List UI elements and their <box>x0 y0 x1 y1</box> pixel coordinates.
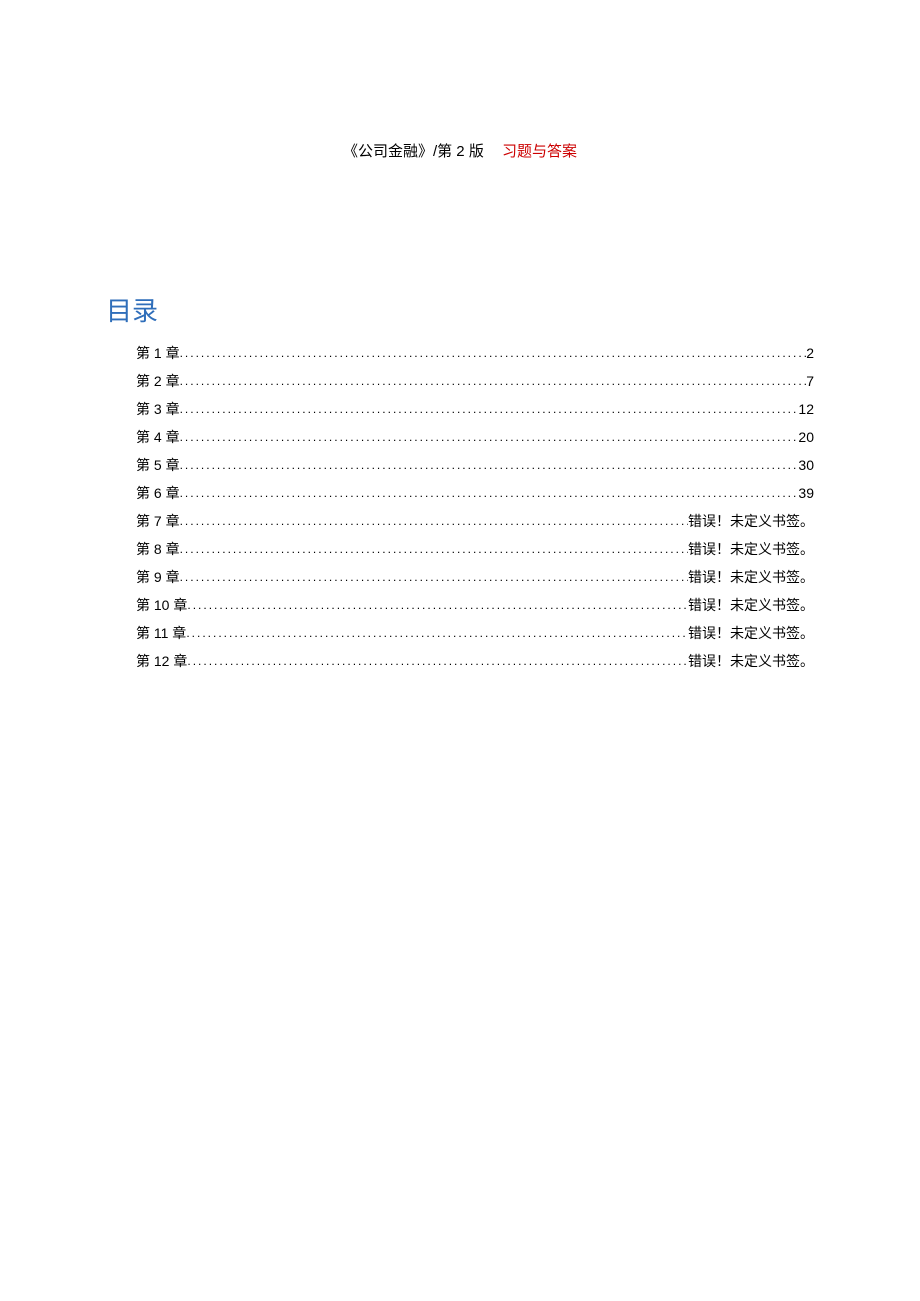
toc-list: 第 1 章 2 第 2 章 7 第 3 章 12 第 4 章 20 第 5 章 … <box>100 346 820 668</box>
toc-entry-page: 39 <box>798 486 814 500</box>
document-page: 《公司金融》/第 2 版 习题与答案 目录 第 1 章 2 第 2 章 7 第 … <box>0 0 920 668</box>
toc-leader <box>180 431 799 443</box>
toc-entry-page: 错误！未定义书签。 <box>688 542 814 556</box>
toc-leader <box>187 599 688 611</box>
toc-entry-page: 错误！未定义书签。 <box>688 570 814 584</box>
toc-entry-page: 错误！未定义书签。 <box>688 654 814 668</box>
toc-entry[interactable]: 第 4 章 20 <box>136 430 814 444</box>
toc-leader <box>180 487 799 499</box>
toc-entry-page: 2 <box>806 346 814 360</box>
toc-entry-page: 20 <box>798 430 814 444</box>
toc-entry-page: 7 <box>806 374 814 388</box>
header-title-subtitle: 习题与答案 <box>502 143 577 160</box>
toc-leader <box>180 347 807 359</box>
toc-entry-page: 30 <box>798 458 814 472</box>
toc-entry[interactable]: 第 2 章 7 <box>136 374 814 388</box>
page-header: 《公司金融》/第 2 版 习题与答案 <box>100 140 820 161</box>
toc-entry[interactable]: 第 7 章 错误！未定义书签。 <box>136 514 814 528</box>
toc-entry[interactable]: 第 9 章 错误！未定义书签。 <box>136 570 814 584</box>
toc-entry[interactable]: 第 10 章 错误！未定义书签。 <box>136 598 814 612</box>
toc-leader <box>180 403 799 415</box>
toc-entry-label: 第 7 章 <box>136 514 180 528</box>
toc-leader <box>180 375 807 387</box>
toc-leader <box>180 459 799 471</box>
toc-leader <box>180 515 688 527</box>
toc-entry-label: 第 10 章 <box>136 598 187 612</box>
toc-entry[interactable]: 第 6 章 39 <box>136 486 814 500</box>
toc-entry-page: 错误！未定义书签。 <box>688 626 814 640</box>
toc-entry-label: 第 6 章 <box>136 486 180 500</box>
toc-heading: 目录 <box>106 291 820 328</box>
toc-entry-label: 第 12 章 <box>136 654 187 668</box>
toc-leader <box>187 655 688 667</box>
toc-entry-label: 第 11 章 <box>136 626 186 640</box>
toc-entry[interactable]: 第 1 章 2 <box>136 346 814 360</box>
toc-leader <box>186 627 688 639</box>
toc-entry-page: 错误！未定义书签。 <box>688 514 814 528</box>
toc-entry[interactable]: 第 12 章 错误！未定义书签。 <box>136 654 814 668</box>
toc-entry-label: 第 3 章 <box>136 402 180 416</box>
toc-entry[interactable]: 第 3 章 12 <box>136 402 814 416</box>
toc-entry-label: 第 5 章 <box>136 458 180 472</box>
toc-entry[interactable]: 第 5 章 30 <box>136 458 814 472</box>
toc-entry-label: 第 4 章 <box>136 430 180 444</box>
toc-leader <box>180 543 688 555</box>
toc-entry[interactable]: 第 11 章 错误！未定义书签。 <box>136 626 814 640</box>
toc-entry-label: 第 8 章 <box>136 542 180 556</box>
toc-entry-label: 第 2 章 <box>136 374 180 388</box>
toc-entry[interactable]: 第 8 章 错误！未定义书签。 <box>136 542 814 556</box>
toc-entry-page: 错误！未定义书签。 <box>688 598 814 612</box>
toc-entry-page: 12 <box>798 402 814 416</box>
header-title-main: 《公司金融》/第 2 版 <box>343 143 484 160</box>
toc-entry-label: 第 9 章 <box>136 570 180 584</box>
toc-entry-label: 第 1 章 <box>136 346 180 360</box>
toc-leader <box>180 571 688 583</box>
